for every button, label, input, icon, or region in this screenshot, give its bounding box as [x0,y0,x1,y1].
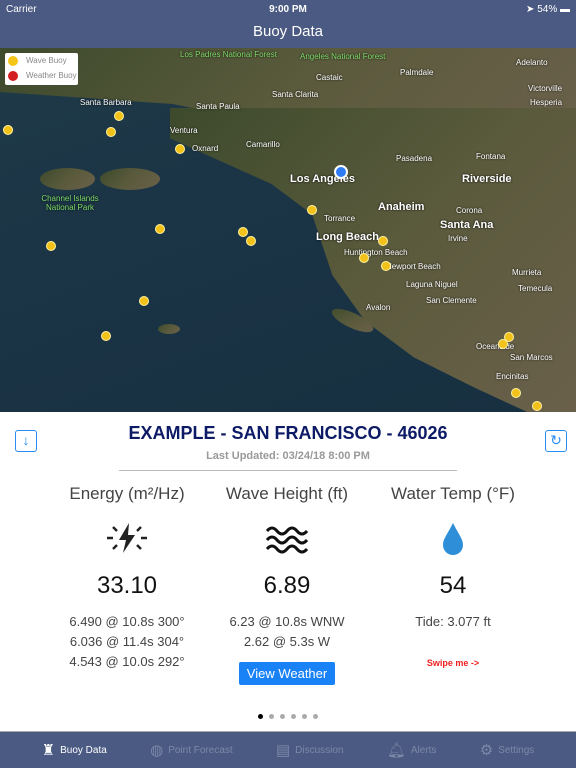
wave-buoy-marker[interactable] [175,144,185,154]
map-label: San Clemente [426,296,477,305]
document-icon: ▤ [275,742,291,759]
map-label: Murrieta [512,268,542,277]
legend-wave-buoy: Wave Buoy [5,53,78,68]
wave-height-value: 6.89 [263,572,311,599]
wave-buoy-marker[interactable] [155,224,165,234]
tab-settings[interactable]: ⚙ Settings [480,741,535,759]
wave-buoy-marker[interactable] [246,236,256,246]
legend-weather-buoy: Weather Buoy [5,68,78,83]
map-label: Angeles National Forest [300,52,386,61]
map-label: San Marcos [510,353,553,362]
view-weather-button[interactable]: View Weather [238,662,336,685]
wave-height-column: Wave Height (ft) 6.89 6.23 @ 10.8s WNW 2.… [191,484,383,685]
column-header: Wave Height (ft) [225,484,349,503]
map-label: Santa Clarita [272,90,319,99]
clock: 9:00 PM [269,3,307,15]
page-indicator[interactable] [0,714,576,719]
map-label: Castaic [316,73,343,82]
page-dot[interactable] [291,714,296,719]
wave-buoy-marker[interactable] [307,205,317,215]
map-label: Ventura [170,126,198,135]
map-label: Pasadena [396,154,433,163]
buoy-icon: ♜ [41,742,56,759]
wave-detail: 6.23 @ 10.8s WNW [229,614,345,629]
swipe-hint: Swipe me -> [426,658,480,668]
divider [119,470,457,471]
water-drop-icon [357,510,549,566]
map-label: Santa Barbara [80,98,132,107]
map-label: Palmdale [400,68,434,77]
wave-buoy-marker[interactable] [114,111,124,121]
weather-buoy-dot-icon [8,70,18,81]
tab-bar: ♜ Buoy Data ◍ Point Forecast ▤ Discussion 🔔… [0,731,576,768]
wave-buoy-marker[interactable] [498,339,508,349]
bell-icon: 🔔︎ [386,742,406,759]
tide-value: Tide: 3.077 ft [415,614,491,629]
buoy-panel[interactable]: ↓ ↻ EXAMPLE - SAN FRANCISCO - 46026 Last… [0,412,576,731]
last-updated: Last Updated: 03/24/18 8:00 PM [206,450,370,462]
waves-icon [191,510,383,566]
gear-icon: ⚙ [479,742,494,759]
nav-title: Buoy Data [0,18,576,48]
map-label: Riverside [462,173,512,185]
map-label: Temecula [518,284,553,293]
map-legend: Wave Buoy Weather Buoy [5,53,78,85]
map-label: Santa Ana [440,219,494,231]
wave-buoy-marker[interactable] [106,127,116,137]
map-label: Avalon [366,303,391,312]
map-label: Santa Paula [196,102,240,111]
current-location-marker [334,165,348,179]
page-dot[interactable] [313,714,318,719]
tab-discussion[interactable]: ▤ Discussion [276,741,344,759]
wave-buoy-marker[interactable] [139,296,149,306]
water-temp-column: Water Temp (°F) 54 Tide: 3.077 ft Swipe … [357,484,549,668]
map-label: Oceanside [476,342,515,351]
wave-buoy-marker[interactable] [101,331,111,341]
wave-buoy-marker[interactable] [381,261,391,271]
map-label: Torrance [324,214,356,223]
map-label: Encinitas [496,372,529,381]
map-label: Hesperia [530,98,563,107]
wave-buoy-marker[interactable] [359,253,369,263]
map-label: Long Beach [316,231,379,243]
page-dot[interactable] [269,714,274,719]
status-bar: Carrier 9:00 PM ➤ 54% ▬ [0,0,576,18]
map-label: Victorville [528,84,563,93]
map-label: Fontana [476,152,506,161]
page-dot[interactable] [302,714,307,719]
wave-buoy-dot-icon [8,55,18,66]
wave-detail: 2.62 @ 5.3s W [243,634,331,649]
map-label: Laguna Niguel [406,280,458,289]
map-label: Channel Islands National Park [41,194,99,212]
tab-buoy-data[interactable]: ♜ Buoy Data [42,741,107,759]
station-title: EXAMPLE - SAN FRANCISCO - 46026 [128,423,448,443]
wave-buoy-marker[interactable] [511,388,521,398]
page-dot[interactable] [258,714,263,719]
water-temp-value: 54 [439,572,467,599]
map-label: Anaheim [378,201,425,213]
globe-pin-icon: ◍ [150,742,164,759]
column-header: Water Temp (°F) [391,484,515,503]
map-label: Los Padres National Forest [180,50,277,59]
wave-buoy-marker[interactable] [238,227,248,237]
wave-buoy-marker[interactable] [532,401,542,411]
map-label: Oxnard [192,144,219,153]
map-label: Huntington Beach [344,248,408,257]
tab-alerts[interactable]: 🔔︎ Alerts [387,741,437,759]
map-label: Camarillo [246,140,280,149]
page-dot[interactable] [280,714,285,719]
wave-buoy-marker[interactable] [46,241,56,251]
wave-buoy-marker[interactable] [3,125,13,135]
map-label: Irvine [448,234,468,243]
map-label: Adelanto [516,58,548,67]
map-label: Newport Beach [386,262,441,271]
tab-point-forecast[interactable]: ◍ Point Forecast [150,741,233,759]
wave-buoy-marker[interactable] [378,236,388,246]
map-label: Corona [456,206,483,215]
map[interactable]: Los Padres National Forest Angeles Natio… [0,48,576,412]
